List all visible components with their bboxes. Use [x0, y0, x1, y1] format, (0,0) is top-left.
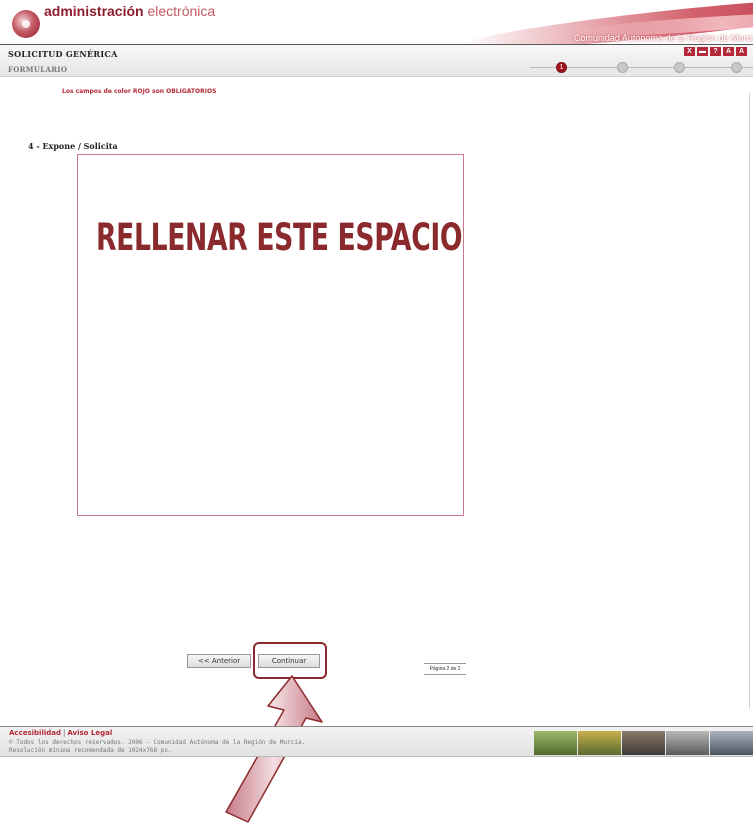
- page-subtitle: FORMULARIO: [8, 65, 68, 74]
- required-fields-note: Los campos de color ROJO son OBLIGATORIO…: [62, 88, 217, 95]
- footer-photo-4: [666, 731, 709, 755]
- footer-photo-2: [578, 731, 621, 755]
- resolution-text: Resolución mínima recomendada de 1024x76…: [9, 747, 172, 754]
- font-decrease-icon[interactable]: A: [736, 47, 747, 56]
- previous-button[interactable]: << Anterior: [187, 654, 251, 668]
- site-header: administración electrónica Comunidad Aut…: [0, 0, 753, 44]
- copyright-text: © Todos los derechos reservados. 2006 - …: [9, 739, 306, 746]
- font-increase-icon[interactable]: A: [723, 47, 734, 56]
- form-title-bar: SOLICITUD GENÉRICA FORMULARIO X ▬ ? A A …: [0, 45, 753, 77]
- footer-copyright: © Todos los derechos reservados. 2006 - …: [9, 739, 305, 755]
- toolbar: X ▬ ? A A: [684, 47, 747, 56]
- footer-photo-5: [710, 731, 753, 755]
- section-label: 4 - Expone / Solicita: [28, 141, 118, 151]
- brand-bold: administración: [44, 3, 144, 19]
- step-indicator: 1: [530, 61, 753, 75]
- annotation-overlay-text: RELLENAR ESTE ESPACIO: [96, 216, 463, 259]
- help-icon[interactable]: ?: [710, 47, 721, 56]
- brand-light: electrónica: [147, 3, 216, 19]
- region-logo-icon: [12, 10, 40, 38]
- site-footer: Accesibilidad | Aviso Legal © Todos los de…: [0, 726, 753, 757]
- footer-photo-3: [622, 731, 665, 755]
- footer-separator: |: [62, 729, 66, 737]
- step-1: 1: [556, 62, 567, 73]
- expone-solicita-textarea[interactable]: [77, 154, 464, 516]
- step-4: [731, 62, 742, 73]
- region-name: Comunidad Autónoma de la Región de Murci: [573, 33, 753, 43]
- brand-title: administración electrónica: [44, 3, 215, 19]
- step-3: [674, 62, 685, 73]
- print-icon[interactable]: ▬: [697, 47, 708, 56]
- footer-photo-1: [534, 731, 577, 755]
- close-icon[interactable]: X: [684, 47, 695, 56]
- footer-links: Accesibilidad | Aviso Legal: [9, 729, 112, 737]
- page-title: SOLICITUD GENÉRICA: [8, 49, 118, 59]
- footer-photo-strip: [534, 731, 753, 755]
- accessibility-link[interactable]: Accesibilidad: [9, 729, 61, 737]
- page-indicator: Página 2 de 2: [424, 663, 466, 675]
- step-2: [617, 62, 628, 73]
- scroll-rail: [749, 93, 753, 709]
- legal-notice-link[interactable]: Aviso Legal: [67, 729, 112, 737]
